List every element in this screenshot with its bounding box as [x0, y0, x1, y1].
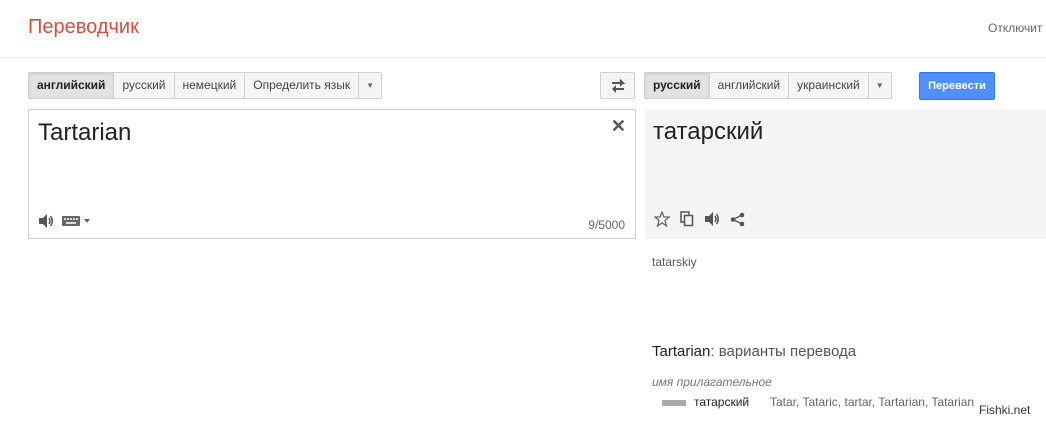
source-lang-dropdown[interactable]: ▼ — [359, 73, 381, 98]
watermark: Fishki.net — [979, 403, 1031, 417]
translate-button[interactable]: Перевести — [919, 72, 995, 100]
frequency-bar — [662, 400, 686, 406]
header-divider — [0, 57, 1046, 58]
source-text-area[interactable]: Tartarian ✕ 9/5000 — [28, 109, 636, 239]
source-text[interactable]: Tartarian — [38, 119, 131, 147]
source-lang-english[interactable]: английский — [29, 73, 115, 98]
target-lang-dropdown[interactable]: ▼ — [869, 73, 891, 98]
swap-languages-button[interactable] — [600, 72, 635, 99]
star-icon[interactable] — [654, 211, 670, 227]
app-logo[interactable]: Переводчик — [28, 16, 139, 39]
copy-icon[interactable] — [680, 211, 694, 227]
target-language-bar: русский английский украинский ▼ — [644, 72, 892, 99]
transliteration: tatarskiy — [652, 255, 697, 269]
result-panel: татарский — [645, 109, 1046, 239]
speaker-icon[interactable] — [38, 214, 54, 228]
target-lang-ukrainian[interactable]: украинский — [789, 73, 869, 98]
variants-heading: Tartarian: варианты перевода — [652, 343, 856, 360]
variant-back-translations: Tatar, Tataric, tartar, Tartarian, Tatar… — [770, 395, 975, 409]
keyboard-icon[interactable] — [62, 215, 90, 227]
source-tools — [38, 214, 90, 228]
chevron-down-icon: ▼ — [366, 81, 375, 90]
signout-link[interactable]: Отключит — [988, 21, 1046, 35]
chevron-down-icon: ▼ — [875, 81, 884, 90]
close-icon[interactable]: ✕ — [611, 116, 626, 137]
share-icon[interactable] — [730, 212, 745, 227]
character-count: 9/5000 — [588, 218, 625, 232]
variants-title-suffix: : варианты перевода — [710, 343, 857, 360]
source-lang-detect[interactable]: Определить язык — [245, 73, 360, 98]
result-tools — [654, 211, 745, 227]
swap-icon — [611, 78, 625, 93]
translation-result: татарский — [653, 118, 764, 145]
source-language-bar: английский русский немецкий Определить я… — [28, 72, 383, 99]
target-lang-english[interactable]: английский — [710, 73, 790, 98]
variants-word: Tartarian — [652, 343, 711, 360]
variant-translation[interactable]: татарский — [694, 395, 749, 409]
source-lang-russian[interactable]: русский — [114, 73, 175, 98]
source-lang-german[interactable]: немецкий — [175, 73, 246, 98]
target-lang-russian[interactable]: русский — [645, 73, 710, 98]
part-of-speech: имя прилагательное — [652, 375, 772, 389]
speaker-icon[interactable] — [704, 212, 720, 226]
